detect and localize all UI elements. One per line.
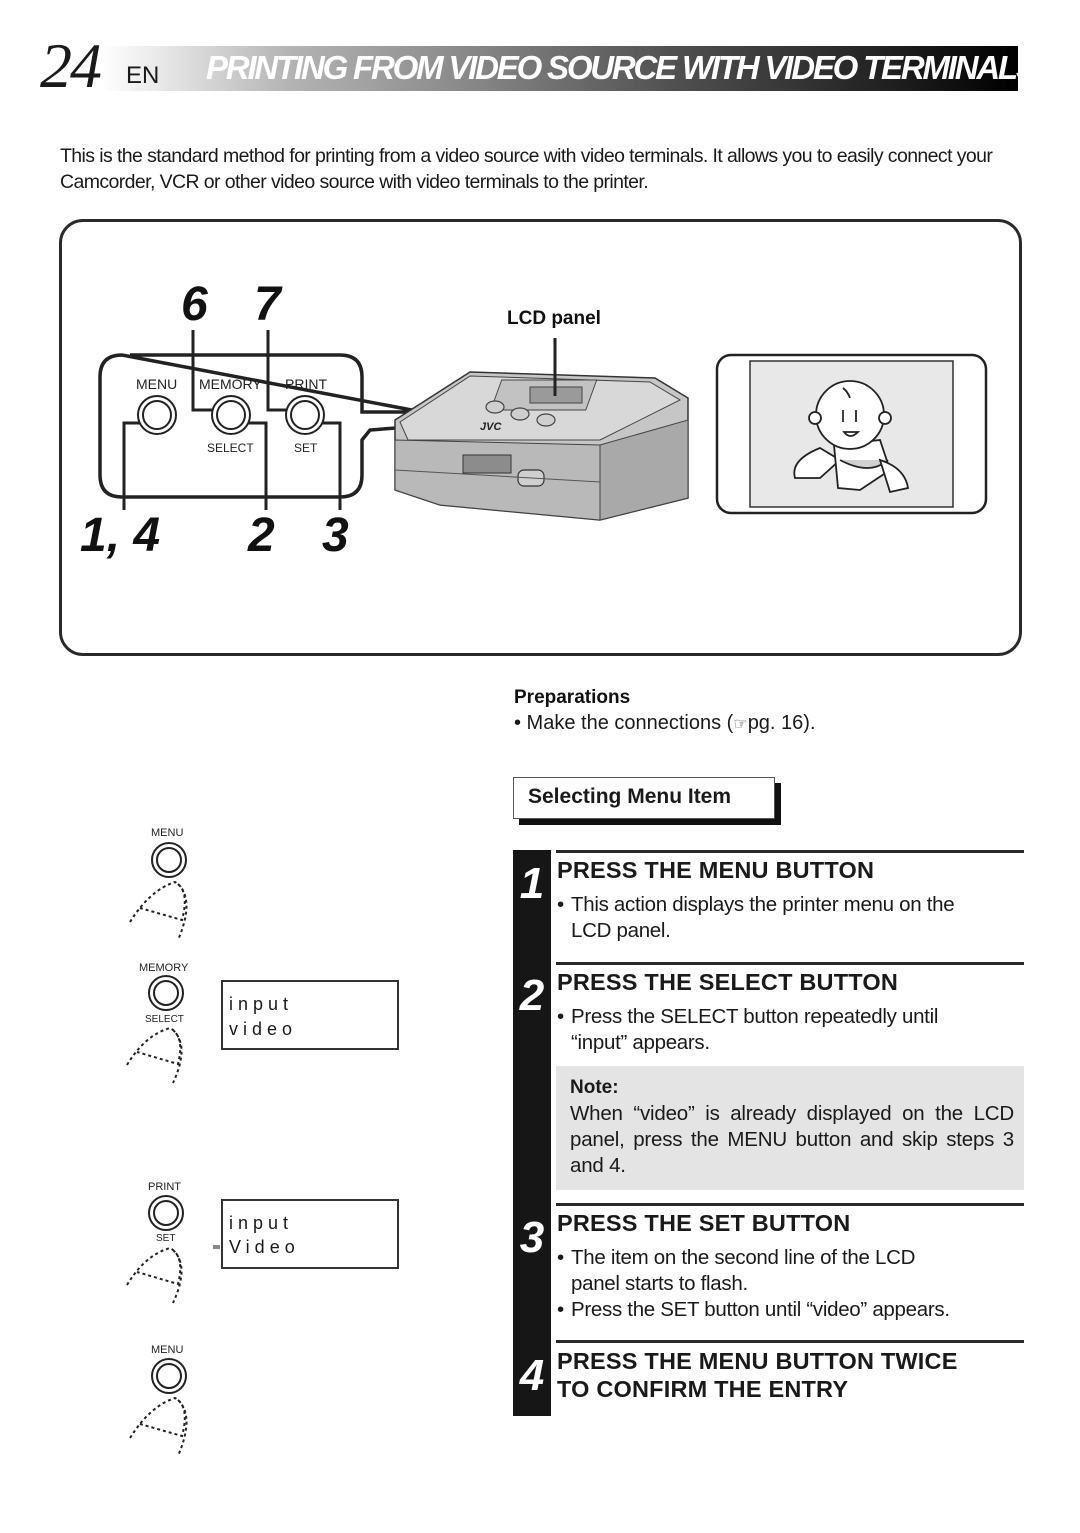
lcd-line-1: input (229, 994, 294, 1014)
step-3-title: PRESS THE SET BUTTON (557, 1210, 851, 1236)
finger-press-set-icon (126, 1195, 184, 1304)
finger-press-select-icon (126, 975, 184, 1084)
pointing-hand-icon: ☞ (733, 716, 748, 733)
step-1-number: 1 (519, 859, 545, 908)
step-number-bar (513, 850, 551, 1416)
step-3-bullet-2: • Press the SET button until “video” appe… (557, 1298, 950, 1321)
step-4-title-line-2: TO CONFIRM THE ENTRY (557, 1376, 849, 1402)
left-menu-label-1: MENU (151, 827, 184, 839)
step-4-title-line-1: PRESS THE MENU BUTTON TWICE (557, 1348, 958, 1374)
left-memory-label: MEMORY (139, 962, 189, 974)
step-2-number: 2 (519, 971, 545, 1020)
step-3-number: 3 (519, 1213, 545, 1262)
printer-icon: JVC (394, 371, 689, 521)
step-1-rule (556, 850, 1024, 853)
finger-press-menu-twice-icon (129, 1358, 188, 1457)
left-illustrations (126, 842, 322, 1457)
note-title: Note: (570, 1077, 619, 1098)
left-set-label: SET (156, 1233, 176, 1244)
finger-press-menu-icon (129, 842, 188, 941)
step-2-bullet: • Press the SELECT button repeatedly unti… (557, 1005, 939, 1054)
step-4-number: 4 (519, 1351, 545, 1400)
preparations-title: Preparations (514, 687, 631, 708)
step-1-bullet: • This action displays the printer menu o… (557, 893, 955, 942)
lcd-display-step-2: input video (221, 980, 399, 1050)
step-2-title: PRESS THE SELECT BUTTON (557, 969, 899, 995)
step-3-bullet-1: • The item on the second line of the LCD p… (557, 1246, 916, 1295)
lcd-panel-label: LCD panel (507, 308, 601, 329)
section-heading-box: Selecting Menu Item (513, 777, 775, 819)
left-select-label: SELECT (145, 1014, 184, 1025)
step-2-rule (556, 962, 1024, 965)
note-text: When “video” is already displayed on the… (570, 1102, 1014, 1177)
preparations-item: • Make the connections (☞pg. 16). (514, 712, 816, 734)
lcd-line-2: video (229, 1019, 298, 1039)
lcd-display-step-3: input Video (221, 1199, 399, 1269)
left-menu-label-2: MENU (151, 1344, 184, 1356)
step-1-title: PRESS THE MENU BUTTON (557, 857, 875, 883)
lcd-line-1: input (229, 1213, 294, 1233)
svg-text:JVC: JVC (480, 421, 502, 433)
left-print-label: PRINT (148, 1181, 181, 1193)
section-heading: Selecting Menu Item (528, 785, 732, 808)
step-3-rule (556, 1203, 1024, 1206)
step-4-rule (556, 1340, 1024, 1343)
lcd-line-2-flashing: Video (229, 1237, 300, 1257)
